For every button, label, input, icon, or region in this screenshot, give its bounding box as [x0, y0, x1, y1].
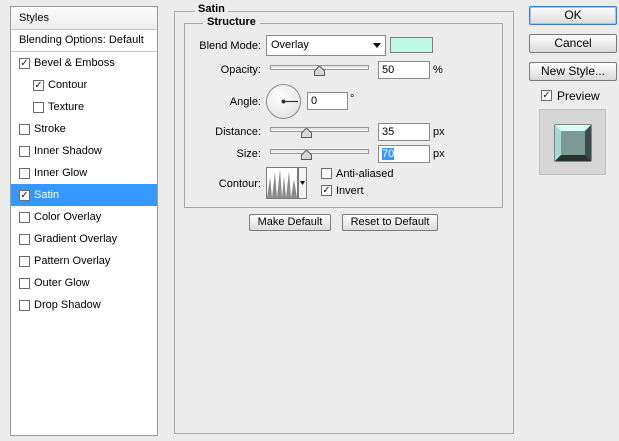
new-style-button[interactable]: New Style...: [529, 62, 617, 81]
style-item-label: Gradient Overlay: [34, 233, 118, 245]
style-item-outer-glow[interactable]: Outer Glow: [11, 272, 157, 294]
opacity-label: Opacity:: [220, 64, 261, 76]
style-item-gradient-overlay[interactable]: Gradient Overlay: [11, 228, 157, 250]
satin-group-title: Satin: [195, 3, 228, 15]
size-label: Size:: [236, 148, 261, 160]
anti-aliased-checkbox[interactable]: [321, 168, 332, 179]
styles-header[interactable]: Styles: [11, 7, 157, 30]
structure-group-title: Structure: [203, 16, 260, 28]
style-item-label: Drop Shadow: [34, 299, 101, 311]
style-item-label: Pattern Overlay: [34, 255, 111, 267]
style-item-checkbox[interactable]: [19, 168, 30, 179]
style-item-bevel-emboss[interactable]: ✓ Bevel & Emboss: [11, 52, 157, 74]
chevron-down-icon: [373, 43, 381, 48]
style-item-checkbox[interactable]: [19, 212, 30, 223]
angle-input[interactable]: 0: [307, 92, 348, 110]
slider-thumb-icon[interactable]: [301, 150, 312, 160]
style-item-checkbox[interactable]: [19, 300, 30, 311]
style-preview-icon: [554, 124, 592, 162]
style-item-checkbox[interactable]: ✓: [19, 58, 30, 69]
style-item-checkbox[interactable]: ✓: [33, 80, 44, 91]
ok-button[interactable]: OK: [529, 6, 617, 25]
contour-label: Contour:: [218, 178, 261, 190]
distance-unit: px: [433, 126, 445, 138]
style-item-checkbox[interactable]: [19, 146, 30, 157]
preview-label: Preview: [557, 89, 600, 103]
blending-options-item[interactable]: Blending Options: Default: [11, 30, 157, 52]
opacity-unit: %: [433, 64, 443, 76]
slider-thumb-icon[interactable]: [314, 66, 325, 76]
style-item-checkbox[interactable]: [19, 234, 30, 245]
invert-checkbox[interactable]: ✓: [321, 185, 332, 196]
blend-mode-value: Overlay: [271, 39, 309, 51]
style-item-label: Contour: [48, 79, 88, 91]
preview-checkbox[interactable]: ✓: [541, 90, 552, 101]
cancel-button[interactable]: Cancel: [529, 34, 617, 53]
distance-slider[interactable]: [270, 123, 369, 139]
style-item-label: Outer Glow: [34, 277, 90, 289]
size-value-selected: 70: [382, 148, 395, 160]
invert-label: Invert: [336, 185, 364, 197]
size-slider[interactable]: [270, 145, 369, 161]
make-default-button[interactable]: Make Default: [249, 214, 331, 231]
distance-label: Distance:: [215, 126, 261, 138]
reset-to-default-button[interactable]: Reset to Default: [342, 214, 438, 231]
style-item-drop-shadow[interactable]: Drop Shadow: [11, 294, 157, 316]
style-preview: [539, 109, 606, 175]
style-item-checkbox[interactable]: [19, 124, 30, 135]
style-item-checkbox[interactable]: [33, 102, 44, 113]
size-unit: px: [433, 148, 445, 160]
opacity-input[interactable]: 50: [378, 61, 430, 79]
contour-curve-icon: [266, 167, 307, 199]
style-item-label: Color Overlay: [34, 211, 102, 223]
anti-aliased-label: Anti-aliased: [336, 168, 394, 180]
style-item-color-overlay[interactable]: Color Overlay: [11, 206, 157, 228]
style-item-checkbox[interactable]: [19, 278, 30, 289]
angle-dial-icon[interactable]: [266, 84, 301, 119]
blend-mode-label: Blend Mode:: [199, 40, 261, 52]
style-item-label: Satin: [34, 189, 60, 201]
size-input[interactable]: 70: [378, 145, 430, 163]
contour-picker[interactable]: [266, 167, 307, 199]
style-item-contour[interactable]: ✓ Contour: [11, 74, 157, 96]
style-item-texture[interactable]: Texture: [11, 96, 157, 118]
styles-list: Styles Blending Options: Default ✓ Bevel …: [10, 6, 158, 436]
style-rows: ✓ Bevel & Emboss ✓ Contour Texture Stroke Inne…: [11, 52, 157, 316]
style-item-label: Bevel & Emboss: [34, 57, 115, 69]
style-item-inner-glow[interactable]: Inner Glow: [11, 162, 157, 184]
blend-mode-select[interactable]: Overlay: [266, 35, 386, 56]
style-item-stroke[interactable]: Stroke: [11, 118, 157, 140]
style-item-label: Inner Glow: [34, 167, 88, 179]
style-item-checkbox[interactable]: ✓: [19, 190, 30, 201]
style-item-inner-shadow[interactable]: Inner Shadow: [11, 140, 157, 162]
style-item-label: Inner Shadow: [34, 145, 102, 157]
style-item-label: Texture: [48, 101, 85, 113]
style-item-label: Stroke: [34, 123, 66, 135]
style-item-satin[interactable]: ✓ Satin: [11, 184, 157, 206]
style-item-checkbox[interactable]: [19, 256, 30, 267]
satin-color-swatch[interactable]: [390, 37, 433, 53]
distance-input[interactable]: 35: [378, 123, 430, 141]
opacity-slider[interactable]: [270, 61, 369, 77]
style-item-pattern-overlay[interactable]: Pattern Overlay: [11, 250, 157, 272]
size-slider-track: [270, 149, 369, 154]
angle-label: Angle:: [229, 96, 261, 108]
angle-unit: °: [350, 93, 355, 105]
slider-thumb-icon[interactable]: [301, 128, 312, 138]
distance-slider-track: [270, 127, 369, 132]
